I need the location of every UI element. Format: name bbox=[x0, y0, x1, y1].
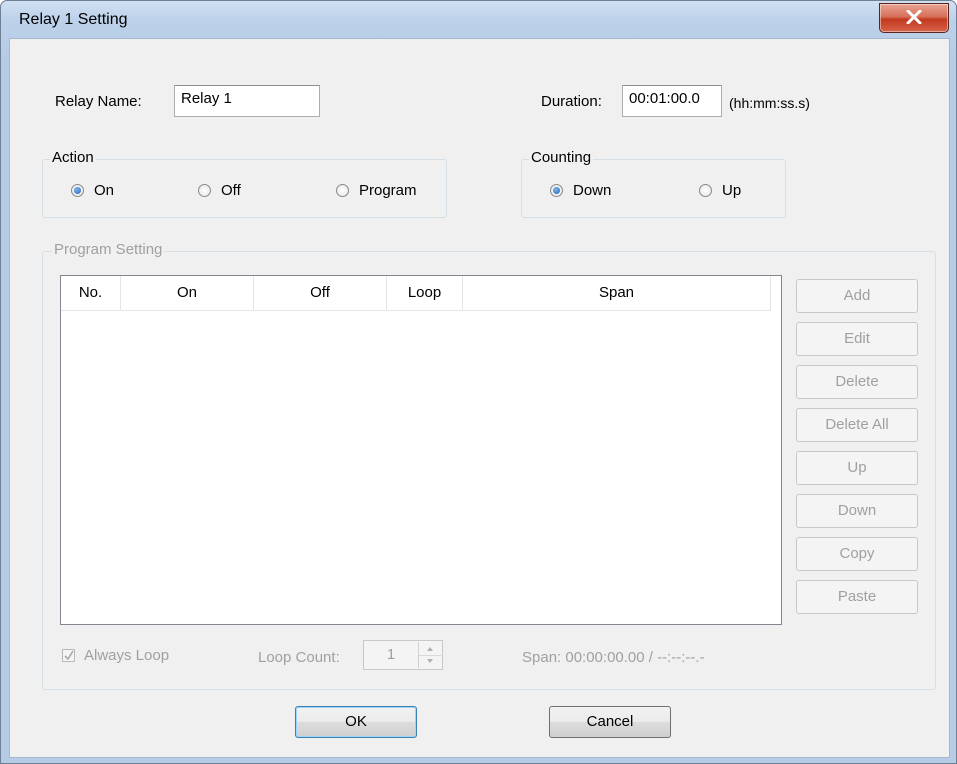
radio-program-indicator bbox=[336, 184, 349, 197]
checkbox-indicator bbox=[62, 649, 75, 662]
delete-all-button[interactable]: Delete All bbox=[796, 408, 918, 442]
radio-label: Off bbox=[221, 182, 241, 199]
action-radio-program[interactable]: Program bbox=[336, 182, 417, 199]
close-button[interactable] bbox=[879, 3, 949, 33]
counting-group-title: Counting bbox=[529, 149, 594, 166]
loop-count-value: 1 bbox=[386, 646, 396, 663]
radio-label: Up bbox=[722, 182, 742, 199]
span-summary: Span: 00:00:00.00 / --:--:--.- bbox=[522, 649, 705, 666]
move-down-button[interactable]: Down bbox=[796, 494, 918, 528]
action-radio-on[interactable]: On bbox=[71, 182, 114, 199]
arrow-down-icon bbox=[427, 659, 433, 663]
radio-down-indicator bbox=[550, 184, 563, 197]
loop-count-spinner[interactable]: 1 bbox=[363, 640, 443, 670]
program-list-header: No. On Off Loop Span bbox=[61, 276, 771, 311]
relay-name-label: Relay Name: bbox=[55, 93, 142, 110]
title-bar[interactable]: Relay 1 Setting bbox=[1, 1, 956, 37]
counting-radio-up[interactable]: Up bbox=[699, 182, 741, 199]
column-header-span[interactable]: Span bbox=[463, 276, 771, 310]
edit-button[interactable]: Edit bbox=[796, 322, 918, 356]
radio-label: Program bbox=[359, 182, 417, 199]
arrow-up-icon bbox=[427, 647, 433, 651]
cancel-button[interactable]: Cancel bbox=[549, 706, 671, 738]
duration-input[interactable]: 00:01:00.0 bbox=[622, 85, 722, 117]
paste-button[interactable]: Paste bbox=[796, 580, 918, 614]
window-title: Relay 1 Setting bbox=[19, 11, 128, 28]
duration-label: Duration: bbox=[541, 93, 602, 110]
close-icon bbox=[906, 10, 922, 24]
always-loop-checkbox[interactable]: Always Loop bbox=[62, 647, 169, 664]
move-up-button[interactable]: Up bbox=[796, 451, 918, 485]
loop-count-label: Loop Count: bbox=[258, 649, 340, 666]
column-header-no[interactable]: No. bbox=[61, 276, 121, 310]
radio-off-indicator bbox=[198, 184, 211, 197]
spinner-buttons bbox=[418, 642, 441, 668]
program-setting-title: Program Setting bbox=[52, 241, 165, 258]
duration-format-hint: (hh:mm:ss.s) bbox=[729, 95, 810, 111]
action-group-title: Action bbox=[50, 149, 96, 166]
counting-radio-down[interactable]: Down bbox=[550, 182, 611, 199]
ok-button[interactable]: OK bbox=[295, 706, 417, 738]
radio-label: Down bbox=[573, 182, 612, 199]
checkmark-icon bbox=[64, 650, 74, 661]
radio-on-indicator bbox=[71, 184, 84, 197]
relay-name-input[interactable]: Relay 1 bbox=[174, 85, 320, 117]
add-button[interactable]: Add bbox=[796, 279, 918, 313]
column-header-off[interactable]: Off bbox=[254, 276, 387, 310]
delete-button[interactable]: Delete bbox=[796, 365, 918, 399]
dialog-window: Relay 1 Setting Relay Name: Relay 1 Dura… bbox=[0, 0, 957, 764]
spin-down-button[interactable] bbox=[419, 655, 441, 668]
always-loop-label: Always Loop bbox=[84, 647, 170, 664]
column-header-on[interactable]: On bbox=[121, 276, 254, 310]
radio-label: On bbox=[94, 182, 115, 199]
spin-up-button[interactable] bbox=[419, 642, 441, 656]
action-radio-off[interactable]: Off bbox=[198, 182, 241, 199]
copy-button[interactable]: Copy bbox=[796, 537, 918, 571]
column-header-loop[interactable]: Loop bbox=[387, 276, 463, 310]
dialog-client-area: Relay Name: Relay 1 Duration: 00:01:00.0… bbox=[9, 38, 950, 758]
program-list[interactable]: No. On Off Loop Span bbox=[60, 275, 782, 625]
radio-up-indicator bbox=[699, 184, 712, 197]
